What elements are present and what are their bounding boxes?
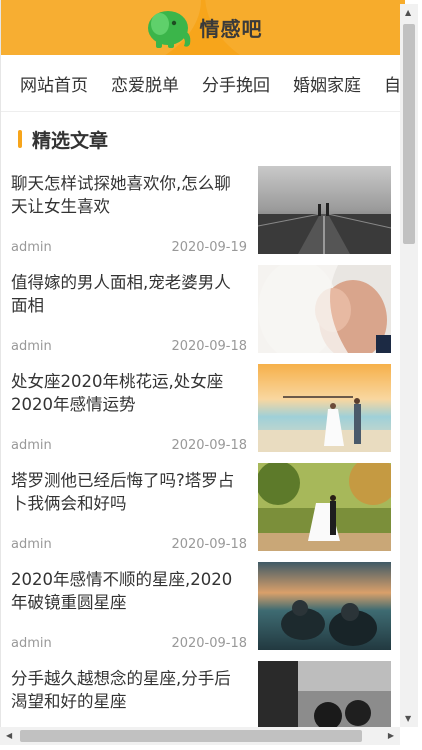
section-accent-bar [18,130,22,148]
horizontal-scrollbar[interactable]: ◀ ▶ [0,727,400,745]
article-date: 2020-09-19 [171,240,247,255]
horizontal-scroll-thumb[interactable] [20,730,362,742]
article-item[interactable]: 值得嫁的男人面相,宠老婆男人面相 admin 2020-09-18 [1,265,405,364]
article-date: 2020-09-18 [171,438,247,453]
article-date: 2020-09-18 [171,339,247,354]
nav-item-marriage[interactable]: 婚姻家庭 [293,71,361,96]
scroll-down-arrow-icon[interactable]: ▼ [405,714,411,723]
article-item[interactable]: 分手越久越想念的星座,分手后渴望和好的星座 admin [1,661,405,727]
article-thumbnail[interactable] [258,463,391,551]
top-nav: 网站首页 恋爱脱单 分手挽回 婚姻家庭 自 [1,55,405,112]
page-viewport: 情感吧 网站首页 恋爱脱单 分手挽回 婚姻家庭 自 精选文章 聊天怎样试探她喜欢… [0,0,405,727]
article-thumbnail[interactable] [258,661,391,727]
article-date: 2020-09-18 [171,636,247,651]
vertical-scrollbar[interactable]: ▲ ▼ [400,4,418,727]
article-author: admin [11,636,52,651]
vertical-scroll-thumb[interactable] [403,24,415,244]
logo-text: 情感吧 [199,17,263,41]
article-author: admin [11,537,52,552]
article-thumbnail[interactable] [258,364,391,452]
article-thumbnail[interactable] [258,265,391,353]
scroll-up-arrow-icon[interactable]: ▲ [405,8,411,17]
article-title[interactable]: 处女座2020年桃花运,处女座2020年感情运势 [11,370,247,416]
article-thumbnail[interactable] [258,166,391,254]
article-item[interactable]: 塔罗测他已经后悔了吗?塔罗占卜我俩会和好吗 admin 2020-09-18 [1,463,405,562]
nav-item-dating[interactable]: 恋爱脱单 [111,71,179,96]
article-author: admin [11,240,52,255]
article-author: admin [11,339,52,354]
scroll-left-arrow-icon[interactable]: ◀ [6,731,12,740]
article-author: admin [11,438,52,453]
article-item[interactable]: 聊天怎样试探她喜欢你,怎么聊天让女生喜欢 admin 2020-09-19 [1,166,405,265]
nav-item-home[interactable]: 网站首页 [20,71,88,96]
nav-item-breakup[interactable]: 分手挽回 [202,71,270,96]
article-title[interactable]: 聊天怎样试探她喜欢你,怎么聊天让女生喜欢 [11,172,247,218]
scroll-right-arrow-icon[interactable]: ▶ [388,731,394,740]
article-title[interactable]: 塔罗测他已经后悔了吗?塔罗占卜我俩会和好吗 [11,469,247,515]
article-item[interactable]: 处女座2020年桃花运,处女座2020年感情运势 admin 2020-09-1… [1,364,405,463]
article-thumbnail[interactable] [258,562,391,650]
article-item[interactable]: 2020年感情不顺的星座,2020年破镜重圆星座 admin 2020-09-1… [1,562,405,661]
section-header: 精选文章 [1,112,405,166]
article-date: 2020-09-18 [171,537,247,552]
site-logo[interactable]: 情感吧 [144,6,263,50]
nav-item-more[interactable]: 自 [384,71,401,96]
section-title: 精选文章 [32,129,109,152]
article-title[interactable]: 值得嫁的男人面相,宠老婆男人面相 [11,271,247,317]
site-header: 情感吧 [1,0,405,55]
article-title[interactable]: 2020年感情不顺的星座,2020年破镜重圆星座 [11,568,247,614]
article-title[interactable]: 分手越久越想念的星座,分手后渴望和好的星座 [11,667,247,713]
elephant-icon [147,10,190,48]
